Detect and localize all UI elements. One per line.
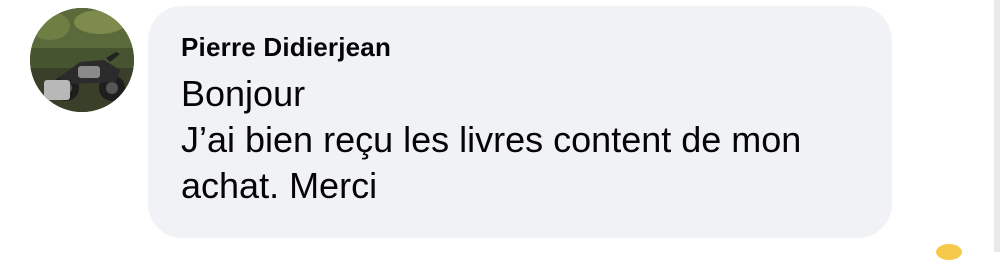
comment-line-body: J’ai bien reçu les livres content de mon… xyxy=(181,119,802,206)
comment-bubble[interactable]: Pierre Didierjean Bonjour J’ai bien reçu… xyxy=(148,6,892,238)
avatar[interactable] xyxy=(30,8,134,112)
comment-text: Bonjour J’ai bien reçu les livres conten… xyxy=(181,71,871,209)
comment-line-greeting: Bonjour xyxy=(181,73,306,114)
scrollbar-edge xyxy=(994,0,1000,252)
comment-author[interactable]: Pierre Didierjean xyxy=(181,32,862,62)
motorcycle-photo-icon xyxy=(30,8,134,112)
reaction-icon[interactable] xyxy=(936,244,962,260)
